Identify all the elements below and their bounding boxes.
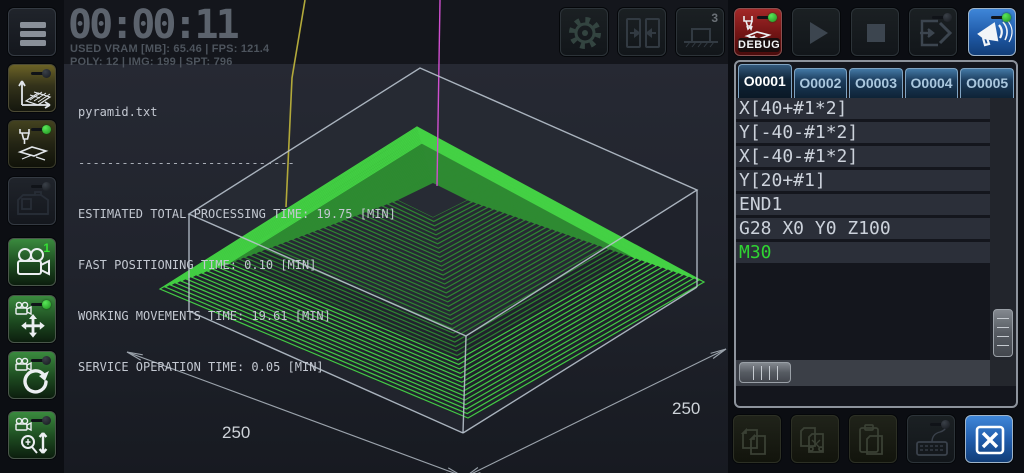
- move-cross: [21, 314, 45, 338]
- debug-button[interactable]: DEBUG: [734, 8, 782, 56]
- cut-button[interactable]: [791, 415, 839, 463]
- app-window: 250250 00:00:11 USED VRAM [MB]: 65.46 | …: [0, 0, 1024, 473]
- info-line: ESTIMATED TOTAL PROCESSING TIME: 19.75 […: [78, 206, 396, 223]
- single-block-toggle: [932, 13, 952, 22]
- axes-grid-button[interactable]: [8, 64, 56, 112]
- code-line[interactable]: G28 X0 Y0 Z100: [736, 218, 990, 239]
- play-icon: [793, 9, 841, 57]
- workpiece-button[interactable]: 3: [676, 8, 724, 56]
- stop-icon: [852, 9, 900, 57]
- debug-label: DEBUG: [738, 38, 780, 52]
- code-line[interactable]: X[-40-#1*2]: [736, 146, 990, 167]
- camera-zoom-toggle: [31, 416, 51, 425]
- program-filename: pyramid.txt: [78, 104, 396, 121]
- top-bar: 00:00:11 USED VRAM [MB]: 65.46 | FPS: 12…: [64, 0, 1024, 64]
- tab-o0005[interactable]: O0005: [960, 68, 1014, 98]
- code-area[interactable]: X[40+#1*2] Y[-40-#1*2] X[-40-#1*2] Y[20+#1]…: [736, 98, 1016, 360]
- camera-pan-button[interactable]: [8, 295, 56, 343]
- vertical-scrollbar-handle[interactable]: [993, 309, 1013, 357]
- horizontal-scrollbar-track[interactable]: [736, 360, 990, 386]
- announcements-button[interactable]: [968, 8, 1016, 56]
- machine-housing-button[interactable]: [8, 177, 56, 225]
- stop-button[interactable]: [851, 8, 899, 56]
- gcode-editor: O0001O0002O0003O0004O0005 X[40+#1*2] Y[-4…: [734, 60, 1018, 408]
- code-line[interactable]: M30: [736, 242, 990, 263]
- separator-line: ------------------------------: [78, 155, 396, 172]
- machine-toggle: [31, 182, 51, 191]
- info-line: FAST POSITIONING TIME: 0.10 [MIN]: [78, 257, 396, 274]
- doors-icon: [619, 9, 667, 57]
- processing-info: pyramid.txt ----------------------------…: [78, 70, 396, 410]
- camera-zoom-button[interactable]: [8, 411, 56, 459]
- elapsed-time: 00:00:11: [68, 2, 237, 48]
- close-editor-button[interactable]: [965, 415, 1013, 463]
- tab-o0004[interactable]: O0004: [905, 68, 959, 98]
- settings-button[interactable]: [560, 8, 608, 56]
- program-tabs: O0001O0002O0003O0004O0005: [736, 62, 1016, 98]
- paste-button[interactable]: [849, 415, 897, 463]
- hamburger-menu-icon: [9, 9, 57, 57]
- single-block-button[interactable]: [909, 8, 957, 56]
- keyboard-toggle: [930, 420, 950, 429]
- left-sidebar: 1: [0, 0, 64, 473]
- tab-o0001[interactable]: O0001: [738, 64, 792, 98]
- axes-toggle: [31, 69, 51, 78]
- code-line[interactable]: Y[-40-#1*2]: [736, 122, 990, 143]
- camera-preset-badge: 1: [43, 241, 50, 255]
- info-line: SERVICE OPERATION TIME: 0.05 [MIN]: [78, 359, 396, 376]
- vertical-scrollbar[interactable]: [990, 98, 1016, 360]
- code-line[interactable]: END1: [736, 194, 990, 215]
- info-line: WORKING MOVEMENTS TIME: 19.61 [MIN]: [78, 308, 396, 325]
- camera-pan-toggle: [31, 300, 51, 309]
- virtual-keyboard-button[interactable]: [907, 415, 955, 463]
- camera-preset-button[interactable]: 1: [8, 238, 56, 286]
- main-menu-button[interactable]: [8, 8, 56, 56]
- camera-rotate-toggle: [31, 356, 51, 365]
- debug-toggle: [757, 13, 777, 22]
- poly-img-stats: POLY: 12 | IMG: 199 | SPT: 796: [70, 56, 233, 68]
- copy-icon: [734, 416, 782, 464]
- camera-rotate-button[interactable]: [8, 351, 56, 399]
- cut-icon: [792, 416, 840, 464]
- gcode-panel: O0001O0002O0003O0004O0005 X[40+#1*2] Y[-4…: [728, 0, 1024, 473]
- tab-o0002[interactable]: O0002: [794, 68, 848, 98]
- horizontal-scrollbar-handle[interactable]: [739, 362, 791, 383]
- doors-button[interactable]: [618, 8, 666, 56]
- close-icon: [966, 416, 1014, 464]
- announcements-toggle: [991, 13, 1011, 22]
- vram-fps-stats: USED VRAM [MB]: 65.46 | FPS: 121.4: [70, 43, 269, 55]
- copy-button[interactable]: [733, 415, 781, 463]
- gear-icon: [561, 9, 609, 57]
- tool-view-toggle: [31, 125, 51, 134]
- play-button[interactable]: [792, 8, 840, 56]
- tab-o0003[interactable]: O0003: [849, 68, 903, 98]
- paste-icon: [850, 416, 898, 464]
- code-line[interactable]: Y[20+#1]: [736, 170, 990, 191]
- scrollbar-corner: [990, 360, 1016, 386]
- tool-view-button[interactable]: [8, 120, 56, 168]
- workpiece-count-badge: 3: [711, 11, 718, 25]
- code-line[interactable]: X[40+#1*2]: [736, 98, 990, 119]
- horizontal-scrollbar[interactable]: [736, 360, 1016, 386]
